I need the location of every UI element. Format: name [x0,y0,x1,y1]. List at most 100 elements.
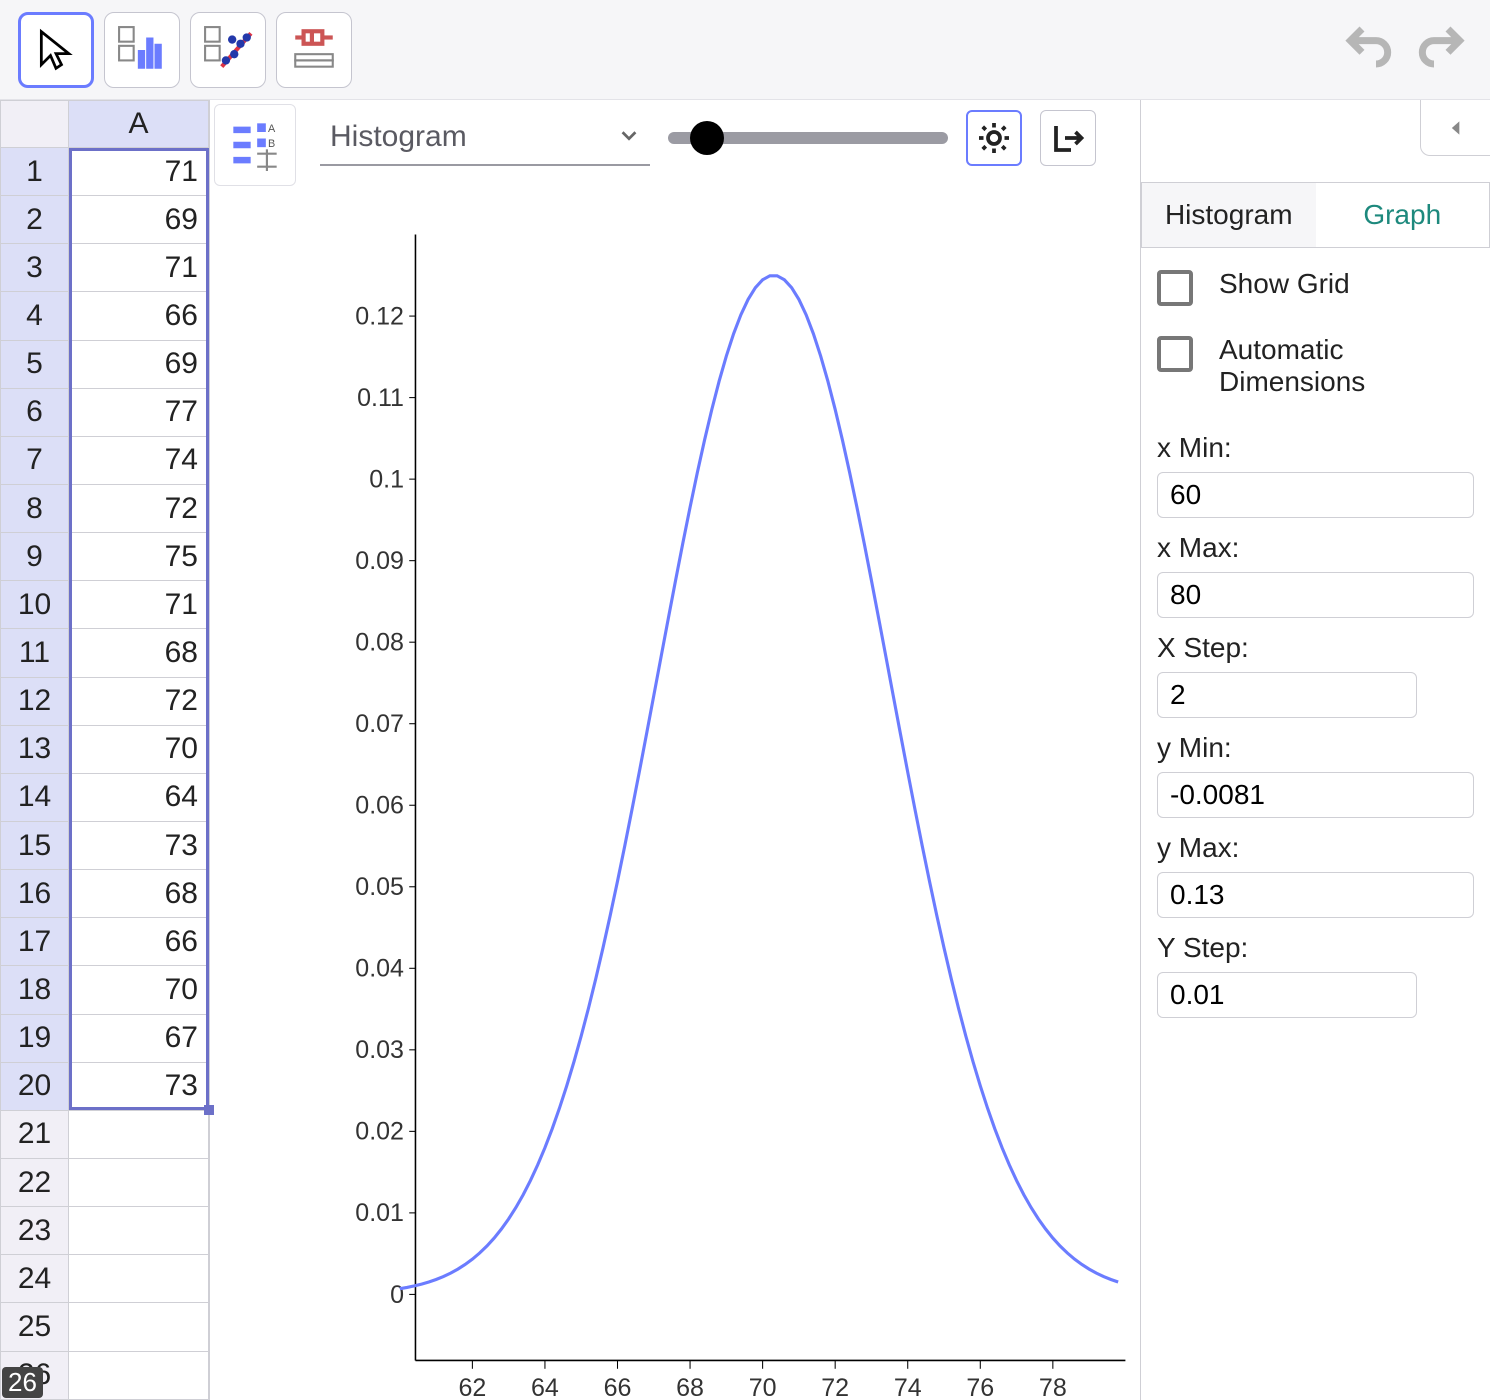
row-header[interactable]: 8 [1,484,69,532]
row-header[interactable]: 17 [1,918,69,966]
auto-dimensions-checkbox[interactable] [1157,336,1193,372]
y-step-input[interactable] [1157,972,1417,1018]
row-header[interactable]: 14 [1,773,69,821]
column-header-a[interactable]: A [69,101,209,148]
cell[interactable]: 72 [69,677,209,725]
row-header[interactable]: 18 [1,966,69,1014]
svg-text:0.02: 0.02 [355,1118,404,1146]
svg-text:B: B [268,138,275,150]
cell[interactable]: 66 [69,292,209,340]
show-grid-checkbox[interactable] [1157,270,1193,306]
spreadsheet[interactable]: A 17126937146656967777487297510711168127… [0,100,210,1400]
svg-text:A: A [268,123,276,135]
top-toolbar [0,0,1490,100]
cell[interactable]: 69 [69,340,209,388]
cell[interactable]: 69 [69,196,209,244]
svg-text:0.11: 0.11 [357,384,404,412]
row-header[interactable]: 11 [1,629,69,677]
svg-text:0.01: 0.01 [355,1199,404,1227]
plot-type-select[interactable]: Histogram [320,110,650,166]
cell[interactable]: 77 [69,388,209,436]
row-header[interactable]: 13 [1,725,69,773]
x-max-input[interactable] [1157,572,1474,618]
x-min-label: x Min: [1157,432,1474,464]
row-header[interactable]: 5 [1,340,69,388]
move-tool-button[interactable] [18,12,94,88]
scatter-tool-button[interactable] [190,12,266,88]
svg-text:0.12: 0.12 [355,302,404,330]
cell[interactable]: 67 [69,1014,209,1062]
row-header[interactable]: 3 [1,244,69,292]
cell[interactable]: 70 [69,966,209,1014]
cell[interactable] [69,1110,209,1158]
cell[interactable] [69,1207,209,1255]
svg-text:66: 66 [604,1374,632,1400]
redo-button[interactable] [1410,19,1472,81]
collapse-panel-button[interactable] [1420,100,1490,156]
chevron-down-icon [618,120,640,154]
row-header[interactable]: 7 [1,436,69,484]
chart-canvas[interactable]: 62646668707274767800.010.020.030.040.050… [306,172,1140,1388]
cell[interactable]: 71 [69,581,209,629]
row-header[interactable]: 4 [1,292,69,340]
row-header[interactable]: 15 [1,821,69,869]
x-min-input[interactable] [1157,472,1474,518]
tab-histogram[interactable]: Histogram [1141,182,1316,247]
y-min-input[interactable] [1157,772,1474,818]
row-header[interactable]: 2 [1,196,69,244]
cell[interactable]: 75 [69,533,209,581]
cell[interactable]: 64 [69,773,209,821]
tab-graph[interactable]: Graph [1316,182,1490,247]
svg-text:0.09: 0.09 [355,547,404,575]
cell[interactable] [69,1158,209,1206]
row-header[interactable]: 19 [1,1014,69,1062]
row-header[interactable]: 10 [1,581,69,629]
svg-text:0.04: 0.04 [355,955,404,983]
svg-text:62: 62 [458,1374,486,1400]
svg-text:76: 76 [966,1374,994,1400]
slider-thumb[interactable] [690,121,724,155]
row-header[interactable]: 22 [1,1158,69,1206]
svg-text:74: 74 [894,1374,922,1400]
cell[interactable]: 71 [69,148,209,196]
boxplot-tool-button[interactable] [276,12,352,88]
cell[interactable]: 68 [69,629,209,677]
auto-dimensions-label: Automatic Dimensions [1219,334,1474,398]
row-header[interactable]: 12 [1,677,69,725]
cell[interactable]: 73 [69,821,209,869]
row-header[interactable]: 9 [1,533,69,581]
style-panel-toggle[interactable]: A B [214,104,296,186]
row-header[interactable]: 24 [1,1255,69,1303]
plot-type-label: Histogram [330,120,467,154]
cell[interactable]: 73 [69,1062,209,1110]
row-header[interactable]: 25 [1,1303,69,1351]
row-header[interactable]: 20 [1,1062,69,1110]
cell[interactable] [69,1255,209,1303]
undo-button[interactable] [1338,19,1400,81]
cell[interactable]: 72 [69,484,209,532]
export-button[interactable] [1040,110,1096,166]
row-header[interactable]: 1 [1,148,69,196]
row-header[interactable]: 23 [1,1207,69,1255]
cell[interactable]: 66 [69,918,209,966]
row-header[interactable]: 16 [1,870,69,918]
plot-header: Histogram [306,104,1140,172]
svg-text:0.03: 0.03 [355,1036,404,1064]
y-max-input[interactable] [1157,872,1474,918]
corner-cell[interactable] [1,101,69,148]
x-step-input[interactable] [1157,672,1417,718]
cell[interactable]: 68 [69,870,209,918]
svg-text:68: 68 [676,1374,704,1400]
cell[interactable] [69,1303,209,1351]
cell[interactable]: 74 [69,436,209,484]
cell[interactable]: 70 [69,725,209,773]
histogram-tool-button[interactable] [104,12,180,88]
cell[interactable]: 71 [69,244,209,292]
boxplot-icon [289,25,339,75]
row-header[interactable]: 6 [1,388,69,436]
row-header[interactable]: 21 [1,1110,69,1158]
svg-text:64: 64 [531,1374,559,1400]
cell[interactable] [69,1351,209,1399]
plot-settings-button[interactable] [966,110,1022,166]
class-width-slider[interactable] [668,120,948,156]
